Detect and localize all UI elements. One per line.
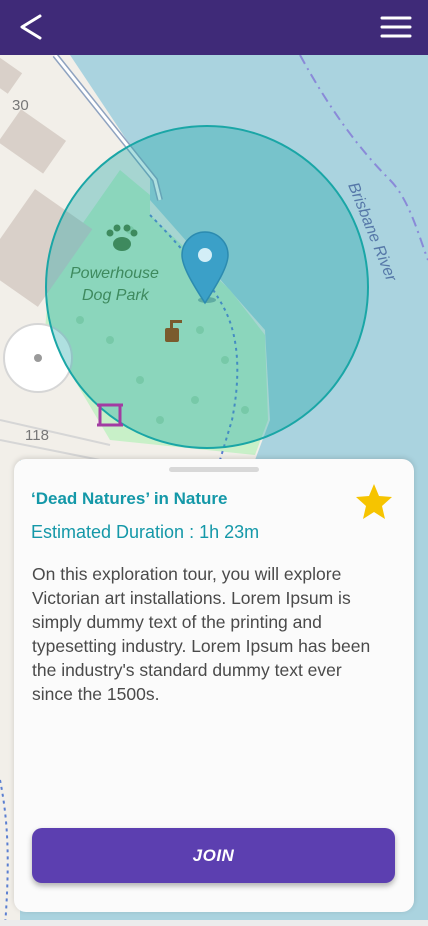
park-label-line1: Powerhouse (70, 265, 159, 282)
tour-description: On this exploration tour, you will explo… (32, 564, 371, 704)
join-button[interactable]: JOIN (32, 828, 395, 883)
map-label-house-30: 30 (12, 97, 29, 114)
chevron-left-icon (20, 14, 42, 40)
bottom-edge (0, 920, 428, 926)
park-label-line2: Dog Park (82, 287, 150, 304)
tour-info-card: ‘Dead Natures’ in Nature Estimated Durat… (14, 459, 414, 912)
favorite-button[interactable] (354, 481, 394, 521)
drag-handle[interactable] (169, 467, 259, 472)
star-icon (356, 484, 392, 519)
back-button[interactable] (12, 8, 52, 48)
top-app-bar (0, 0, 428, 55)
estimated-duration: Estimated Duration : 1h 23m (31, 522, 260, 542)
tour-title: ‘Dead Natures’ in Nature (31, 489, 228, 508)
map-label-house-118: 118 (25, 427, 49, 444)
menu-button[interactable] (376, 8, 416, 48)
hamburger-menu-icon (380, 16, 412, 38)
